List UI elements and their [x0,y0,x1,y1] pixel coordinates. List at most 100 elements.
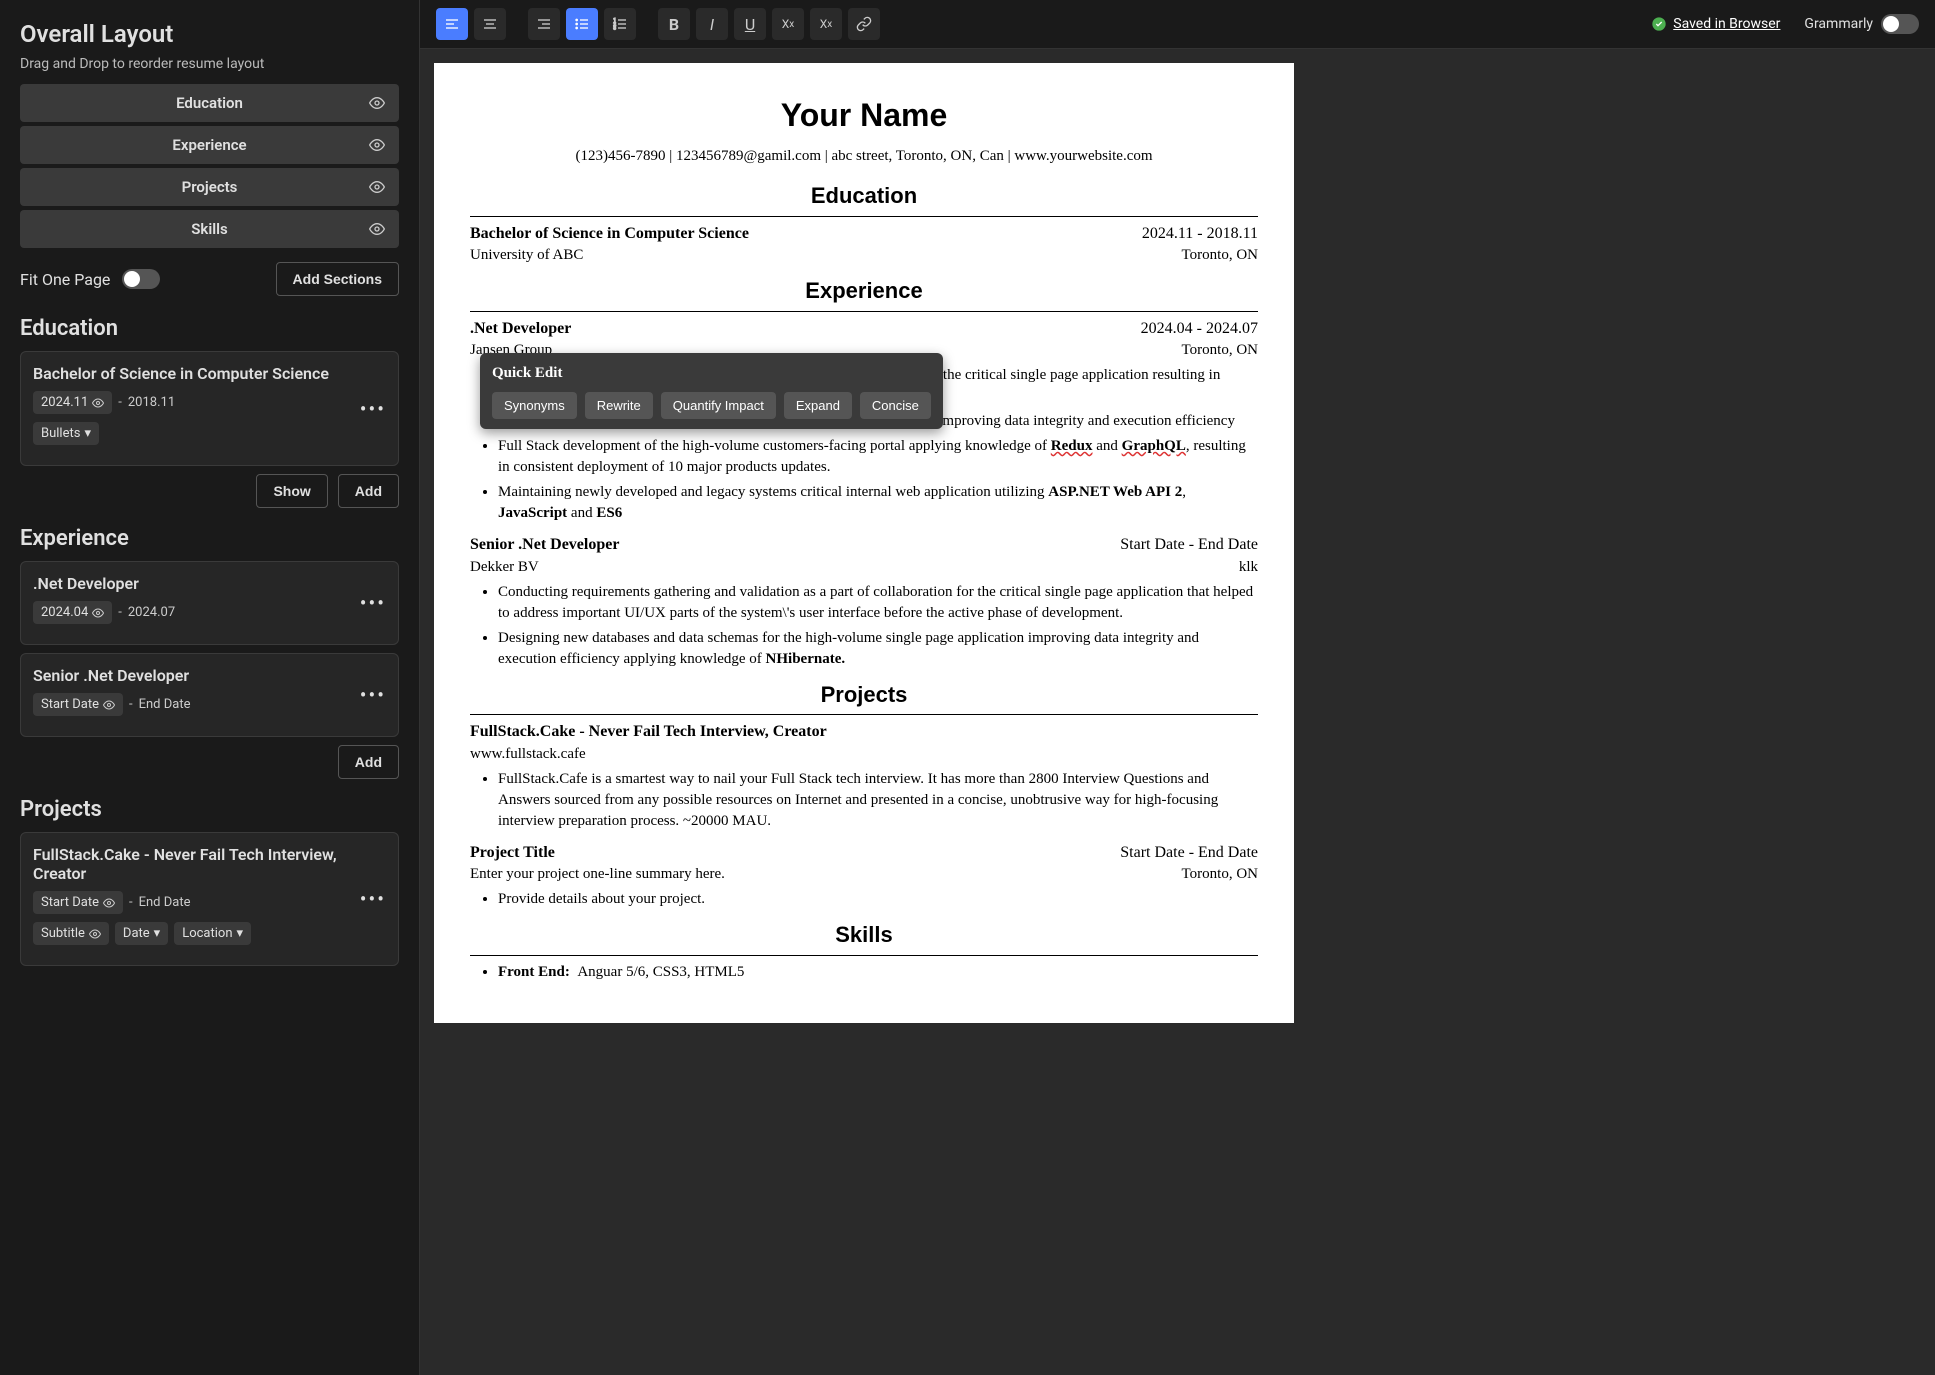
numbered-list-button[interactable]: 123 [604,8,636,40]
sidebar: Overall Layout Drag and Drop to reorder … [0,0,420,1375]
add-sections-button[interactable]: Add Sections [276,262,399,296]
show-button[interactable]: Show [256,474,327,508]
project-subtitle[interactable]: Enter your project one-line summary here… [470,864,725,885]
quantify-impact-button[interactable]: Quantify Impact [661,392,776,419]
job-location[interactable]: klk [1239,557,1258,578]
bullet-list[interactable]: Conducting requirements gathering and va… [498,582,1258,670]
subscript-button[interactable]: Xx [772,8,804,40]
svg-text:3: 3 [613,25,616,31]
chevron-down-icon: ▾ [237,926,244,941]
job-location[interactable]: Toronto, ON [1182,340,1258,361]
list-item[interactable]: Front End: Anguar 5/6, CSS3, HTML5 [498,962,1258,983]
section-skills: Skills [470,920,1258,951]
saved-status[interactable]: Saved in Browser [1651,16,1780,32]
edu-location[interactable]: Toronto, ON [1182,245,1258,266]
project-subtitle[interactable]: www.fullstack.cafe [470,744,586,765]
synonyms-button[interactable]: Synonyms [492,392,577,419]
bullets-chip[interactable]: Bullets ▾ [33,422,99,445]
eye-icon [103,699,115,711]
chevron-down-icon: ▾ [154,926,161,941]
bullet-list[interactable]: Front End: Anguar 5/6, CSS3, HTML5 [498,962,1258,983]
rewrite-button[interactable]: Rewrite [585,392,653,419]
link-button[interactable] [848,8,880,40]
fit-one-page-toggle[interactable] [122,269,160,289]
list-item[interactable]: Conducting requirements gathering and va… [498,582,1258,624]
project-dates[interactable]: Start Date - End Date [1120,842,1258,864]
school[interactable]: University of ABC [470,245,583,266]
list-item[interactable]: Designing new databases and data schemas… [498,628,1258,670]
align-right-button[interactable] [528,8,560,40]
more-menu-icon[interactable]: ••• [360,397,386,421]
bullet-list[interactable]: FullStack.Cafe is a smartest way to nail… [498,769,1258,832]
layout-item-skills[interactable]: Skills [20,210,399,248]
expand-button[interactable]: Expand [784,392,852,419]
end-date: 2024.07 [128,605,175,620]
grammarly-toggle-row: Grammarly [1804,14,1919,34]
project-card: FullStack.Cake - Never Fail Tech Intervi… [20,832,399,966]
list-item[interactable]: FullStack.Cafe is a smartest way to nail… [498,769,1258,832]
section-head-education: Education [20,316,399,341]
experience-card: Senior .Net Developer Start Date - End D… [20,653,399,737]
align-center-button[interactable] [474,8,506,40]
bullet-list-button[interactable] [566,8,598,40]
bold-button[interactable]: B [658,8,690,40]
superscript-button[interactable]: Xx [810,8,842,40]
more-menu-icon[interactable]: ••• [360,683,386,707]
resume-document[interactable]: Your Name (123)456-7890 | 123456789@gami… [434,63,1294,1023]
location-chip[interactable]: Location ▾ [174,922,251,945]
project-title[interactable]: FullStack.Cake - Never Fail Tech Intervi… [470,721,827,743]
main: 123 B I U Xx Xx Saved in Browser Grammar… [420,0,1935,1375]
layout-item-education[interactable]: Education [20,84,399,122]
project-location[interactable]: Toronto, ON [1182,864,1258,885]
section-head-experience: Experience [20,526,399,551]
quick-edit-popup: Quick Edit Synonyms Rewrite Quantify Imp… [480,353,943,429]
eye-icon[interactable] [369,137,385,153]
list-item[interactable]: Full Stack development of the high-volum… [498,436,1258,478]
start-date-chip[interactable]: Start Date [33,891,123,914]
card-title: Bachelor of Science in Computer Science [33,364,386,383]
bullet-list[interactable]: Provide details about your project. [498,889,1258,910]
experience-card: .Net Developer 2024.04 - 2024.07 ••• [20,561,399,645]
italic-button[interactable]: I [696,8,728,40]
end-date: End Date [139,895,191,910]
contact-line[interactable]: (123)456-7890 | 123456789@gamil.com | ab… [470,146,1258,167]
eye-icon[interactable] [369,179,385,195]
section-education: Education [470,181,1258,212]
job-dates[interactable]: Start Date - End Date [1120,534,1258,556]
section-head-projects: Projects [20,797,399,822]
list-item[interactable]: Maintaining newly developed and legacy s… [498,482,1258,524]
resume-name[interactable]: Your Name [470,93,1258,138]
job-title[interactable]: Senior .Net Developer [470,534,619,556]
start-date-chip[interactable]: Start Date [33,693,123,716]
layout-subtitle: Drag and Drop to reorder resume layout [20,56,399,72]
edu-dates[interactable]: 2024.11 - 2018.11 [1142,223,1258,245]
degree[interactable]: Bachelor of Science in Computer Science [470,223,749,245]
start-date-chip[interactable]: 2024.11 [33,391,112,414]
card-title: .Net Developer [33,574,386,593]
eye-icon[interactable] [369,95,385,111]
start-date-chip[interactable]: 2024.04 [33,601,112,624]
underline-button[interactable]: U [734,8,766,40]
eye-icon[interactable] [369,221,385,237]
date-sep: - [118,395,122,410]
job-dates[interactable]: 2024.04 - 2024.07 [1141,318,1258,340]
more-menu-icon[interactable]: ••• [360,887,386,911]
grammarly-toggle[interactable] [1881,14,1919,34]
align-left-button[interactable] [436,8,468,40]
layout-item-projects[interactable]: Projects [20,168,399,206]
project-title[interactable]: Project Title [470,842,555,864]
quick-edit-title: Quick Edit [492,363,931,384]
job-title[interactable]: .Net Developer [470,318,571,340]
toolbar: 123 B I U Xx Xx Saved in Browser Grammar… [420,0,1935,49]
more-menu-icon[interactable]: ••• [360,591,386,615]
layout-item-experience[interactable]: Experience [20,126,399,164]
subtitle-chip[interactable]: Subtitle [33,922,109,945]
company[interactable]: Dekker BV [470,557,539,578]
date-chip[interactable]: Date ▾ [115,922,168,945]
add-button[interactable]: Add [338,474,399,508]
list-item[interactable]: Provide details about your project. [498,889,1258,910]
overall-layout-title: Overall Layout [20,20,399,48]
add-button[interactable]: Add [338,745,399,779]
concise-button[interactable]: Concise [860,392,931,419]
chevron-down-icon: ▾ [84,426,91,441]
